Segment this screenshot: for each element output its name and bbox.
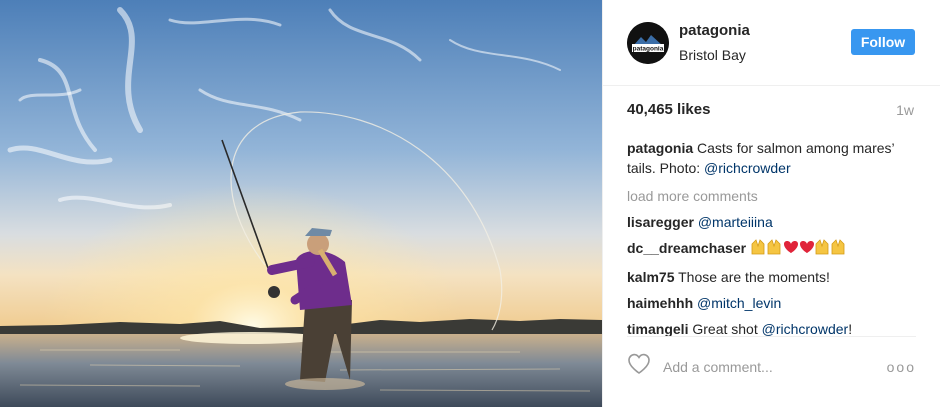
instagram-post: patagonia patagonia Bristol Bay Follow 4… (0, 0, 940, 407)
comment: lisaregger @marteiiina (627, 212, 918, 232)
avatar-logo-text: patagonia (633, 45, 664, 52)
comment-username[interactable]: kalm75 (627, 269, 674, 285)
post-sidebar: patagonia patagonia Bristol Bay Follow 4… (602, 0, 940, 407)
comment-footer: Add a comment... ooo (627, 336, 916, 396)
comment-username[interactable]: timangeli (627, 321, 688, 337)
avatar[interactable]: patagonia (627, 21, 669, 64)
caption: patagonia Casts for salmon among mares’ … (627, 138, 918, 178)
comment-text: Those are the moments! (678, 269, 830, 285)
likes-row: 40,465 likes 1w (627, 101, 914, 118)
comment: dc__dreamchaser (627, 238, 918, 261)
patagonia-logo-icon: patagonia (627, 21, 669, 64)
post-meta: patagonia Bristol Bay (679, 21, 750, 65)
caption-username[interactable]: patagonia (627, 140, 693, 156)
likes-count[interactable]: 40,465 likes (627, 101, 710, 118)
post-location[interactable]: Bristol Bay (679, 45, 750, 65)
comment-text: Great shot (692, 321, 758, 337)
comment-username[interactable]: haimehhh (627, 295, 693, 311)
comment: haimehhh @mitch_levin (627, 293, 918, 313)
heart-icon[interactable] (627, 353, 651, 380)
raised-hands-emoji-icon (750, 238, 846, 261)
comment-username[interactable]: lisaregger (627, 214, 694, 230)
load-more-comments-link[interactable]: load more comments (627, 186, 918, 206)
fly-fishing-photo (0, 0, 602, 407)
comment-suffix: ! (848, 321, 853, 337)
comment: kalm75 Those are the moments! (627, 267, 918, 287)
caption-mention[interactable]: @richcrowder (704, 160, 791, 176)
comment-mention[interactable]: @mitch_levin (697, 295, 781, 311)
follow-button[interactable]: Follow (851, 29, 915, 55)
post-header: patagonia patagonia Bristol Bay Follow (603, 0, 940, 86)
add-comment-input[interactable]: Add a comment... (663, 359, 887, 375)
post-username[interactable]: patagonia (679, 21, 750, 41)
comment-username[interactable]: dc__dreamchaser (627, 240, 746, 256)
post-time[interactable]: 1w (896, 102, 914, 118)
more-options-icon[interactable]: ooo (887, 359, 916, 375)
comment-mention[interactable]: @marteiiina (698, 214, 773, 230)
comments-list: patagonia Casts for salmon among mares’ … (627, 138, 918, 345)
comment-mention[interactable]: @richcrowder (762, 321, 849, 337)
post-photo[interactable] (0, 0, 602, 407)
